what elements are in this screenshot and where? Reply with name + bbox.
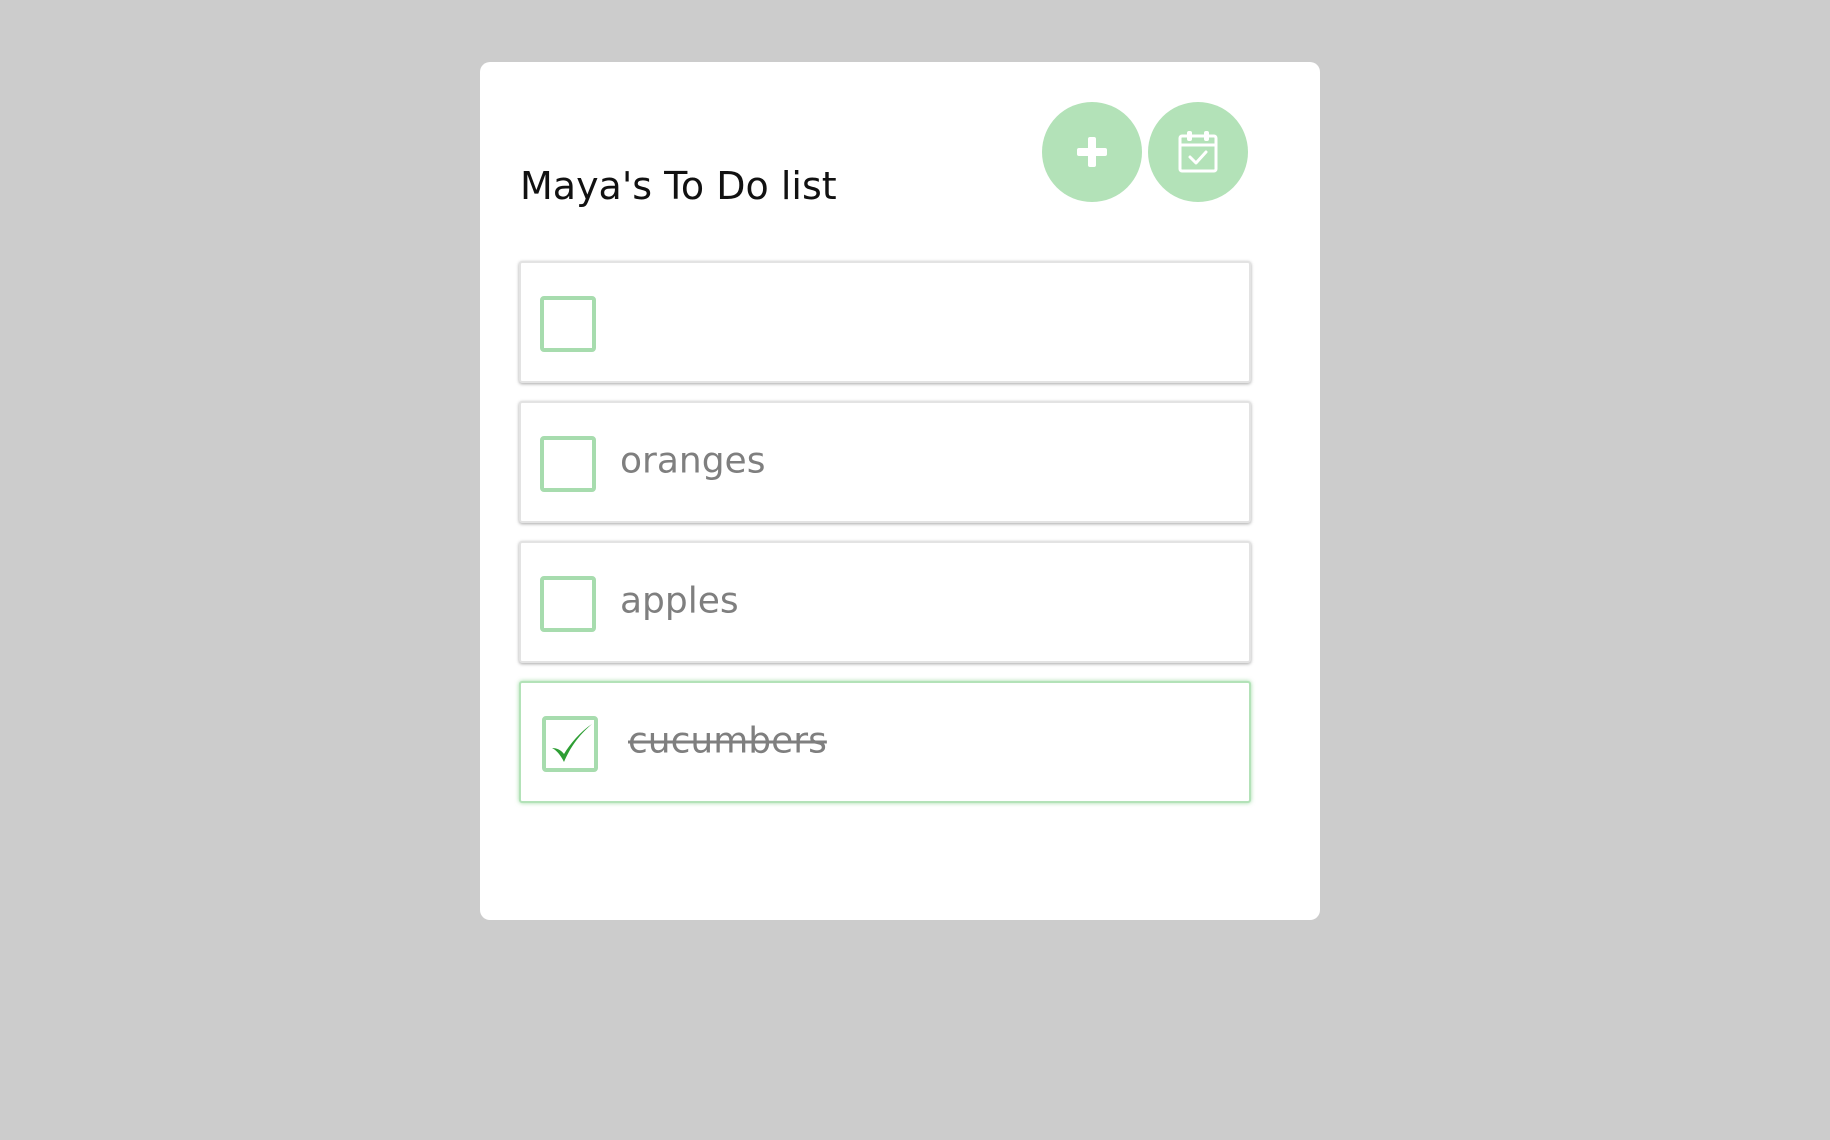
todo-checkbox-checked[interactable]: [542, 716, 598, 772]
todo-card: Maya's To Do list oranges apples cucumbe…: [480, 62, 1320, 920]
add-item-button[interactable]: [1042, 102, 1142, 202]
page-title: Maya's To Do list: [520, 164, 837, 208]
calendar-check-icon: [1177, 130, 1219, 174]
todo-item[interactable]: [519, 261, 1251, 383]
todo-checkbox[interactable]: [540, 436, 596, 492]
todo-item[interactable]: apples: [519, 541, 1251, 663]
todo-text[interactable]: apples: [620, 581, 739, 622]
todo-checkbox[interactable]: [540, 576, 596, 632]
plus-icon: [1074, 134, 1110, 170]
calendar-button[interactable]: [1148, 102, 1248, 202]
todo-item[interactable]: oranges: [519, 401, 1251, 523]
todo-item-completed[interactable]: cucumbers: [519, 681, 1251, 803]
todo-checkbox[interactable]: [540, 296, 596, 352]
todo-text[interactable]: oranges: [620, 441, 765, 482]
todo-list: oranges apples cucumbers: [519, 261, 1251, 821]
todo-text[interactable]: cucumbers: [628, 721, 827, 762]
